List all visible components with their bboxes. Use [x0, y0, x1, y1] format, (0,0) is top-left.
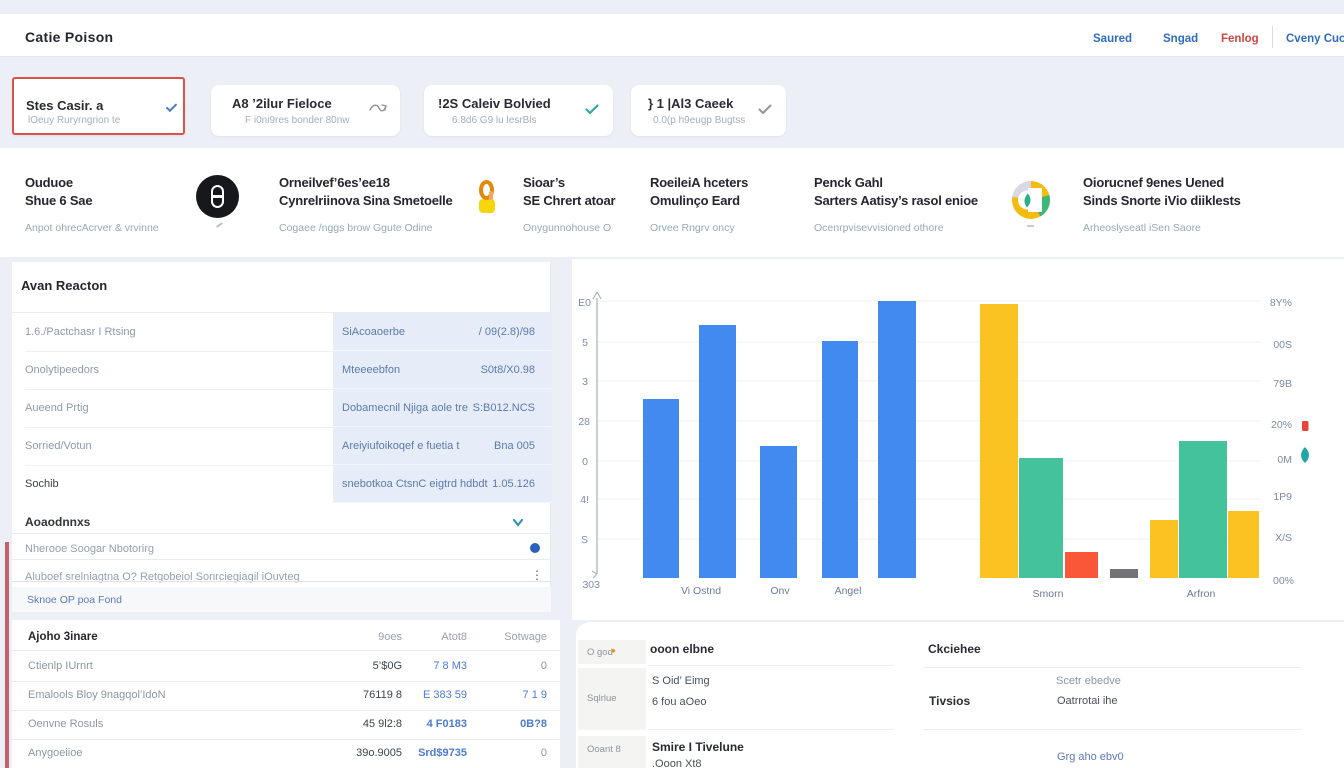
svg-text:3: 3 [582, 376, 588, 388]
svg-text:X/S: X/S [1275, 532, 1292, 544]
svg-text:0M: 0M [1277, 454, 1292, 466]
svg-text:00S: 00S [1273, 339, 1292, 351]
svg-text:Vi Ostnd: Vi Ostnd [681, 585, 721, 597]
svg-text:8Y%: 8Y% [1270, 297, 1292, 309]
svg-text:28: 28 [578, 416, 590, 428]
svg-text:1P9: 1P9 [1273, 491, 1292, 503]
svg-text:00%: 00% [1273, 575, 1294, 587]
svg-text:Angel: Angel [835, 585, 862, 597]
svg-text:5: 5 [582, 337, 588, 349]
svg-text:Onv: Onv [770, 585, 790, 597]
svg-text:0: 0 [582, 456, 588, 468]
svg-text:4!: 4! [580, 494, 589, 506]
svg-text:S: S [581, 534, 588, 546]
svg-text:20%: 20% [1271, 419, 1292, 431]
svg-text:E0: E0 [578, 297, 591, 309]
svg-text:Arfron: Arfron [1187, 588, 1216, 600]
svg-text:79B: 79B [1273, 378, 1292, 390]
svg-text:Smorn: Smorn [1033, 588, 1064, 600]
svg-text:303: 303 [582, 579, 600, 591]
